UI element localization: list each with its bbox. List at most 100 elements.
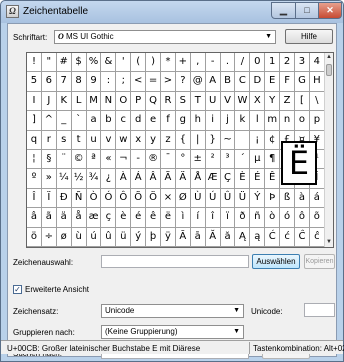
character-cell[interactable]: Ć — [265, 227, 281, 247]
character-cell[interactable]: Ą — [235, 227, 251, 247]
character-cell[interactable]: ù — [71, 227, 87, 247]
character-cell[interactable]: Î — [27, 188, 42, 209]
character-cell[interactable]: É — [250, 169, 266, 189]
character-cell[interactable]: ö — [27, 227, 42, 247]
character-cell[interactable]: N — [101, 91, 117, 112]
character-cell[interactable]: ¢ — [265, 130, 281, 150]
character-cell[interactable]: } — [205, 130, 221, 150]
character-cell[interactable]: ý — [131, 227, 147, 247]
character-cell[interactable]: C — [235, 72, 251, 92]
character-cell[interactable]: ÷ — [41, 227, 57, 247]
character-cell[interactable]: ) — [146, 53, 162, 73]
character-cell[interactable]: 5 — [27, 72, 42, 92]
character-cell[interactable]: Ä — [175, 169, 191, 189]
character-cell[interactable]: ï — [220, 208, 236, 228]
character-cell[interactable]: v — [101, 130, 117, 150]
character-cell[interactable]: ® — [146, 149, 162, 170]
character-cell[interactable]: ' — [116, 53, 132, 73]
character-cell[interactable]: ± — [190, 149, 206, 170]
character-cell[interactable]: © — [71, 149, 87, 170]
help-button[interactable]: Hilfe — [285, 29, 333, 44]
character-cell[interactable]: ì — [175, 208, 191, 228]
character-cell[interactable]: ( — [131, 53, 147, 73]
character-cell[interactable]: $ — [71, 53, 87, 73]
character-cell[interactable]: L — [71, 91, 87, 112]
character-cell[interactable]: Ü — [235, 188, 251, 209]
character-cell[interactable]: × — [161, 188, 176, 209]
character-cell[interactable]: G — [295, 72, 310, 92]
character-cell[interactable]: R — [161, 91, 176, 112]
character-cell[interactable]: Å — [190, 169, 206, 189]
character-cell[interactable]: 2 — [280, 53, 296, 73]
character-cell[interactable]: m — [265, 111, 281, 131]
character-cell[interactable]: Â — [146, 169, 162, 189]
character-cell[interactable]: ´ — [235, 149, 251, 170]
character-cell[interactable]: j — [220, 111, 236, 131]
character-cell[interactable]: ! — [27, 53, 42, 73]
character-cell[interactable]: â — [27, 208, 42, 228]
character-cell[interactable]: " — [41, 53, 57, 73]
character-cell[interactable]: Ã — [161, 169, 176, 189]
character-cell[interactable]: I — [27, 91, 42, 112]
character-cell[interactable]: ~ — [220, 130, 236, 150]
character-cell[interactable]: : — [101, 72, 117, 92]
character-cell[interactable]: ß — [280, 188, 296, 209]
character-cell[interactable]: § — [41, 149, 57, 170]
character-cell[interactable]: e — [146, 111, 162, 131]
maximize-button[interactable]: □ — [295, 2, 319, 19]
character-cell[interactable]: ô — [295, 208, 310, 228]
character-cell[interactable]: Ô — [116, 188, 132, 209]
character-cell[interactable]: ê — [146, 208, 162, 228]
character-cell[interactable]: ? — [175, 72, 191, 92]
font-dropdown[interactable]: O MS UI Gothic ▼ — [54, 30, 276, 44]
character-cell[interactable]: . — [220, 53, 236, 73]
character-cell[interactable]: c — [116, 111, 132, 131]
character-cell[interactable]: 1 — [265, 53, 281, 73]
character-cell[interactable]: s — [56, 130, 72, 150]
character-cell[interactable]: D — [250, 72, 266, 92]
character-cell[interactable]: W — [235, 91, 251, 112]
character-cell[interactable]: õ — [309, 208, 325, 228]
character-cell[interactable]: é — [131, 208, 147, 228]
character-cell[interactable]: - — [205, 53, 221, 73]
character-cell[interactable]: º — [27, 169, 42, 189]
character-cell[interactable]: µ — [250, 149, 266, 170]
character-cell[interactable]: M — [86, 91, 102, 112]
character-cell[interactable]: ¦ — [27, 149, 42, 170]
character-cell[interactable]: ² — [205, 149, 221, 170]
character-cell[interactable]: w — [116, 130, 132, 150]
character-cell[interactable]: ° — [175, 149, 191, 170]
character-cell[interactable]: þ — [146, 227, 162, 247]
character-cell[interactable]: ¶ — [265, 149, 281, 170]
character-cell[interactable]: ¯ — [161, 149, 176, 170]
character-cell[interactable]: % — [86, 53, 102, 73]
character-cell[interactable]: À — [116, 169, 132, 189]
character-cell[interactable]: û — [101, 227, 117, 247]
character-cell[interactable]: U — [205, 91, 221, 112]
character-cell[interactable]: h — [190, 111, 206, 131]
character-cell[interactable]: X — [250, 91, 266, 112]
character-cell[interactable]: - — [131, 149, 147, 170]
character-cell[interactable]: Ç — [220, 169, 236, 189]
scroll-down-arrow-icon[interactable]: ▼ — [325, 238, 333, 247]
scroll-up-arrow-icon[interactable]: ▲ — [325, 53, 333, 62]
character-cell[interactable]: ` — [71, 111, 87, 131]
character-cell[interactable]: Á — [131, 169, 147, 189]
character-cell[interactable]: ă — [220, 227, 236, 247]
character-cell[interactable]: = — [146, 72, 162, 92]
character-cell[interactable]: k — [235, 111, 251, 131]
character-cell[interactable]: Ò — [86, 188, 102, 209]
character-cell[interactable]: Ă — [205, 227, 221, 247]
character-cell[interactable]: 4 — [309, 53, 325, 73]
character-cell[interactable]: ½ — [71, 169, 87, 189]
character-cell[interactable]: ā — [190, 227, 206, 247]
character-cell[interactable]: ¡ — [250, 130, 266, 150]
character-cell[interactable]: ã — [41, 208, 57, 228]
character-cell[interactable]: / — [235, 53, 251, 73]
character-cell[interactable]: Ý — [250, 188, 266, 209]
character-cell[interactable]: à — [295, 188, 310, 209]
character-cell[interactable]: ¬ — [116, 149, 132, 170]
character-cell[interactable]: & — [101, 53, 117, 73]
character-cell[interactable]: p — [309, 111, 325, 131]
character-cell[interactable]: æ — [86, 208, 102, 228]
